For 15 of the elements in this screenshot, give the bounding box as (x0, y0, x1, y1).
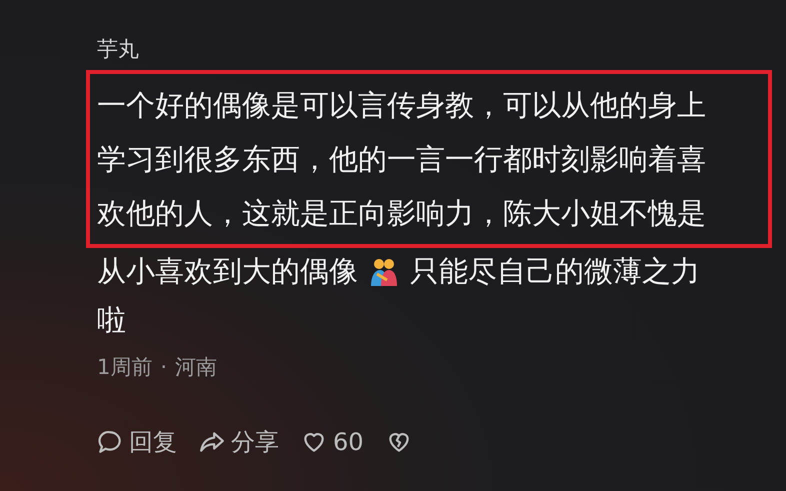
comment-text: 欢他的人，这就是正向影响力，陈大小姐不愧是 (97, 195, 706, 232)
share-button[interactable]: 分享 (199, 424, 279, 460)
comment-icon (97, 428, 123, 454)
location-text: 河南 (175, 354, 218, 381)
reply-button[interactable]: 回复 (97, 424, 177, 460)
comment-text: 一个好的偶像是可以言传身教，可以从他的身上 (97, 87, 706, 124)
author-name: 芋丸 (97, 36, 139, 63)
separator-dot: · (160, 354, 168, 381)
hugging-people-icon (368, 256, 400, 288)
post-time: 1周前 (97, 354, 152, 381)
comment-text: 只能尽自己的微薄之力 (410, 253, 700, 290)
comment-text: 学习到很多东西，他的一言一行都时刻影响着喜 (97, 141, 706, 178)
comment-text: 从小喜欢到大的偶像 (97, 253, 358, 290)
comment-text: 啦 (97, 302, 126, 339)
like-button[interactable]: 60 (301, 424, 364, 460)
